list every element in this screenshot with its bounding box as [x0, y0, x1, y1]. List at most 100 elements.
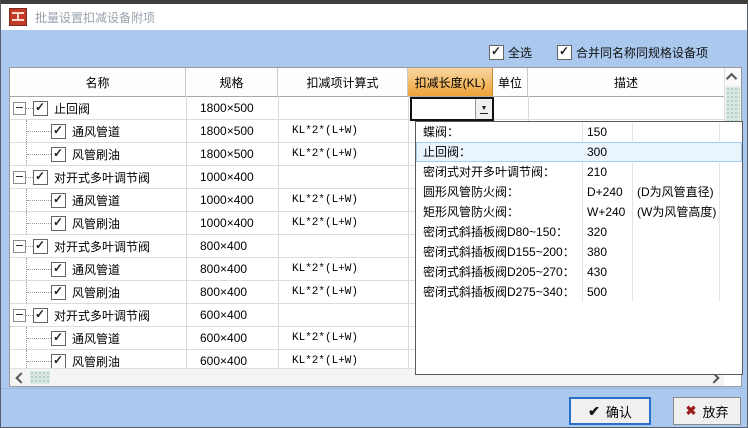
table-row[interactable]: 止回阀 1800×500: [10, 97, 724, 120]
row-name: 风管刷油: [72, 215, 120, 232]
tree-line: [26, 315, 33, 316]
header-formula: 扣减项计算式: [278, 68, 408, 96]
tree-line: [27, 338, 51, 339]
cell-spec: 600×400: [186, 304, 278, 326]
tree-line: [27, 154, 51, 155]
row-checkbox[interactable]: [51, 193, 66, 208]
cell-formula: KL*2*(L+W): [278, 327, 408, 349]
tree-line: [26, 108, 33, 109]
row-checkbox[interactable]: [51, 285, 66, 300]
cell-spec: 600×400: [186, 327, 278, 349]
dialog-window: 批量设置扣减设备附项 全选 合并同名称同规格设备项 名称 规格 扣减项计算式 扣…: [0, 0, 748, 428]
cell-spec: 1800×500: [186, 143, 278, 165]
chevron-up-icon: [726, 72, 737, 83]
cell-formula: KL*2*(L+W): [278, 143, 408, 165]
cell-formula: [278, 166, 408, 188]
cell-formula: KL*2*(L+W): [278, 120, 408, 142]
merge-same-label: 合并同名称同规格设备项: [576, 44, 708, 61]
app-icon: [9, 8, 27, 26]
dropdown-item[interactable]: 圆形风管防火阀：D+240(D为风管直径): [416, 182, 742, 202]
row-name: 对开式多叶调节阀: [54, 238, 150, 255]
dropdown-item[interactable]: 蝶阀：150: [416, 122, 742, 142]
confirm-button-label: 确认: [606, 402, 632, 421]
kl-dropdown-popup: 蝶阀：150 止回阀：300 密闭式对开多叶调节阀：210 圆形风管防火阀：D+…: [415, 121, 743, 375]
row-name: 对开式多叶调节阀: [54, 307, 150, 324]
row-name: 风管刷油: [72, 146, 120, 163]
tree-line: [27, 200, 51, 201]
row-checkbox[interactable]: [51, 216, 66, 231]
merge-same-checkbox[interactable]: [557, 45, 572, 60]
cell-spec: 1000×400: [186, 166, 278, 188]
tree-line: [27, 361, 51, 362]
row-checkbox[interactable]: [51, 147, 66, 162]
kl-editor-combo[interactable]: ▼: [410, 97, 494, 121]
page-title: 批量设置扣减设备附项: [35, 9, 155, 26]
scroll-up-button[interactable]: [725, 68, 741, 85]
chevron-left-icon: [15, 372, 26, 383]
header-kl[interactable]: 扣减长度(KL): [408, 68, 493, 96]
header-unit: 单位: [493, 68, 528, 96]
cancel-button[interactable]: ✖ 放弃: [673, 397, 741, 425]
dropdown-item[interactable]: 密闭式斜插板阀D155~200：380: [416, 242, 742, 262]
cancel-button-label: 放弃: [702, 402, 728, 421]
dropdown-item[interactable]: 密闭式斜插板阀D205~270：430: [416, 262, 742, 282]
row-checkbox[interactable]: [33, 239, 48, 254]
cell-desc: [528, 97, 724, 119]
cell-spec: 800×400: [186, 235, 278, 257]
confirm-button[interactable]: ✔ 确认: [569, 397, 651, 425]
row-name: 通风管道: [72, 192, 120, 209]
row-checkbox[interactable]: [33, 101, 48, 116]
row-name: 通风管道: [72, 330, 120, 347]
header-name: 名称: [10, 68, 186, 96]
x-icon: ✖: [686, 403, 697, 419]
row-checkbox[interactable]: [51, 354, 66, 369]
cell-formula: KL*2*(L+W): [278, 212, 408, 234]
tree-collapse-icon[interactable]: [13, 240, 26, 253]
check-icon: ✔: [588, 403, 600, 420]
row-name: 风管刷油: [72, 353, 120, 370]
header-spec: 规格: [186, 68, 278, 96]
cell-formula: [278, 304, 408, 326]
footer-divider: [1, 388, 747, 389]
tree-line: [26, 246, 33, 247]
row-name: 对开式多叶调节阀: [54, 169, 150, 186]
cell-formula: KL*2*(L+W): [278, 258, 408, 280]
tree-line: [27, 131, 51, 132]
header-desc: 描述: [528, 68, 724, 96]
dropdown-item[interactable]: 密闭式对开多叶调节阀：210: [416, 162, 742, 182]
cell-formula: [278, 97, 408, 119]
dropdown-item[interactable]: 密闭式斜插板阀D275~340：500: [416, 282, 742, 302]
row-checkbox[interactable]: [51, 124, 66, 139]
row-checkbox[interactable]: [33, 170, 48, 185]
cell-unit: [493, 97, 528, 119]
row-name: 风管刷油: [72, 284, 120, 301]
select-all-checkbox[interactable]: [489, 45, 504, 60]
row-checkbox[interactable]: [51, 262, 66, 277]
row-name: 通风管道: [72, 123, 120, 140]
tree-line: [27, 269, 51, 270]
kl-editor-input[interactable]: [412, 99, 475, 119]
tree-collapse-icon[interactable]: [13, 171, 26, 184]
cell-spec: 1800×500: [186, 120, 278, 142]
row-checkbox[interactable]: [33, 308, 48, 323]
title-bar: 批量设置扣减设备附项: [1, 4, 747, 30]
row-name: 通风管道: [72, 261, 120, 278]
tree-collapse-icon[interactable]: [13, 102, 26, 115]
scroll-left-button[interactable]: [12, 369, 29, 386]
cell-spec: 1000×400: [186, 189, 278, 211]
row-name: 止回阀: [54, 100, 90, 117]
options-row: 全选 合并同名称同规格设备项: [1, 44, 747, 62]
row-checkbox[interactable]: [51, 331, 66, 346]
tree-collapse-icon[interactable]: [13, 309, 26, 322]
cell-spec: 1000×400: [186, 212, 278, 234]
combo-dropdown-button[interactable]: ▼: [475, 99, 492, 119]
dropdown-item[interactable]: 矩形风管防火阀：W+240(W为风管高度): [416, 202, 742, 222]
dropdown-arrow-icon: ▼: [480, 105, 489, 114]
cell-formula: [278, 235, 408, 257]
dropdown-item-selected[interactable]: 止回阀：300: [416, 142, 742, 162]
cell-spec: 1800×500: [186, 97, 278, 119]
cell-spec: 800×400: [186, 281, 278, 303]
horizontal-scroll-thumb[interactable]: [30, 371, 50, 384]
dropdown-item[interactable]: 密闭式斜插板阀D80~150：320: [416, 222, 742, 242]
cell-formula: KL*2*(L+W): [278, 281, 408, 303]
